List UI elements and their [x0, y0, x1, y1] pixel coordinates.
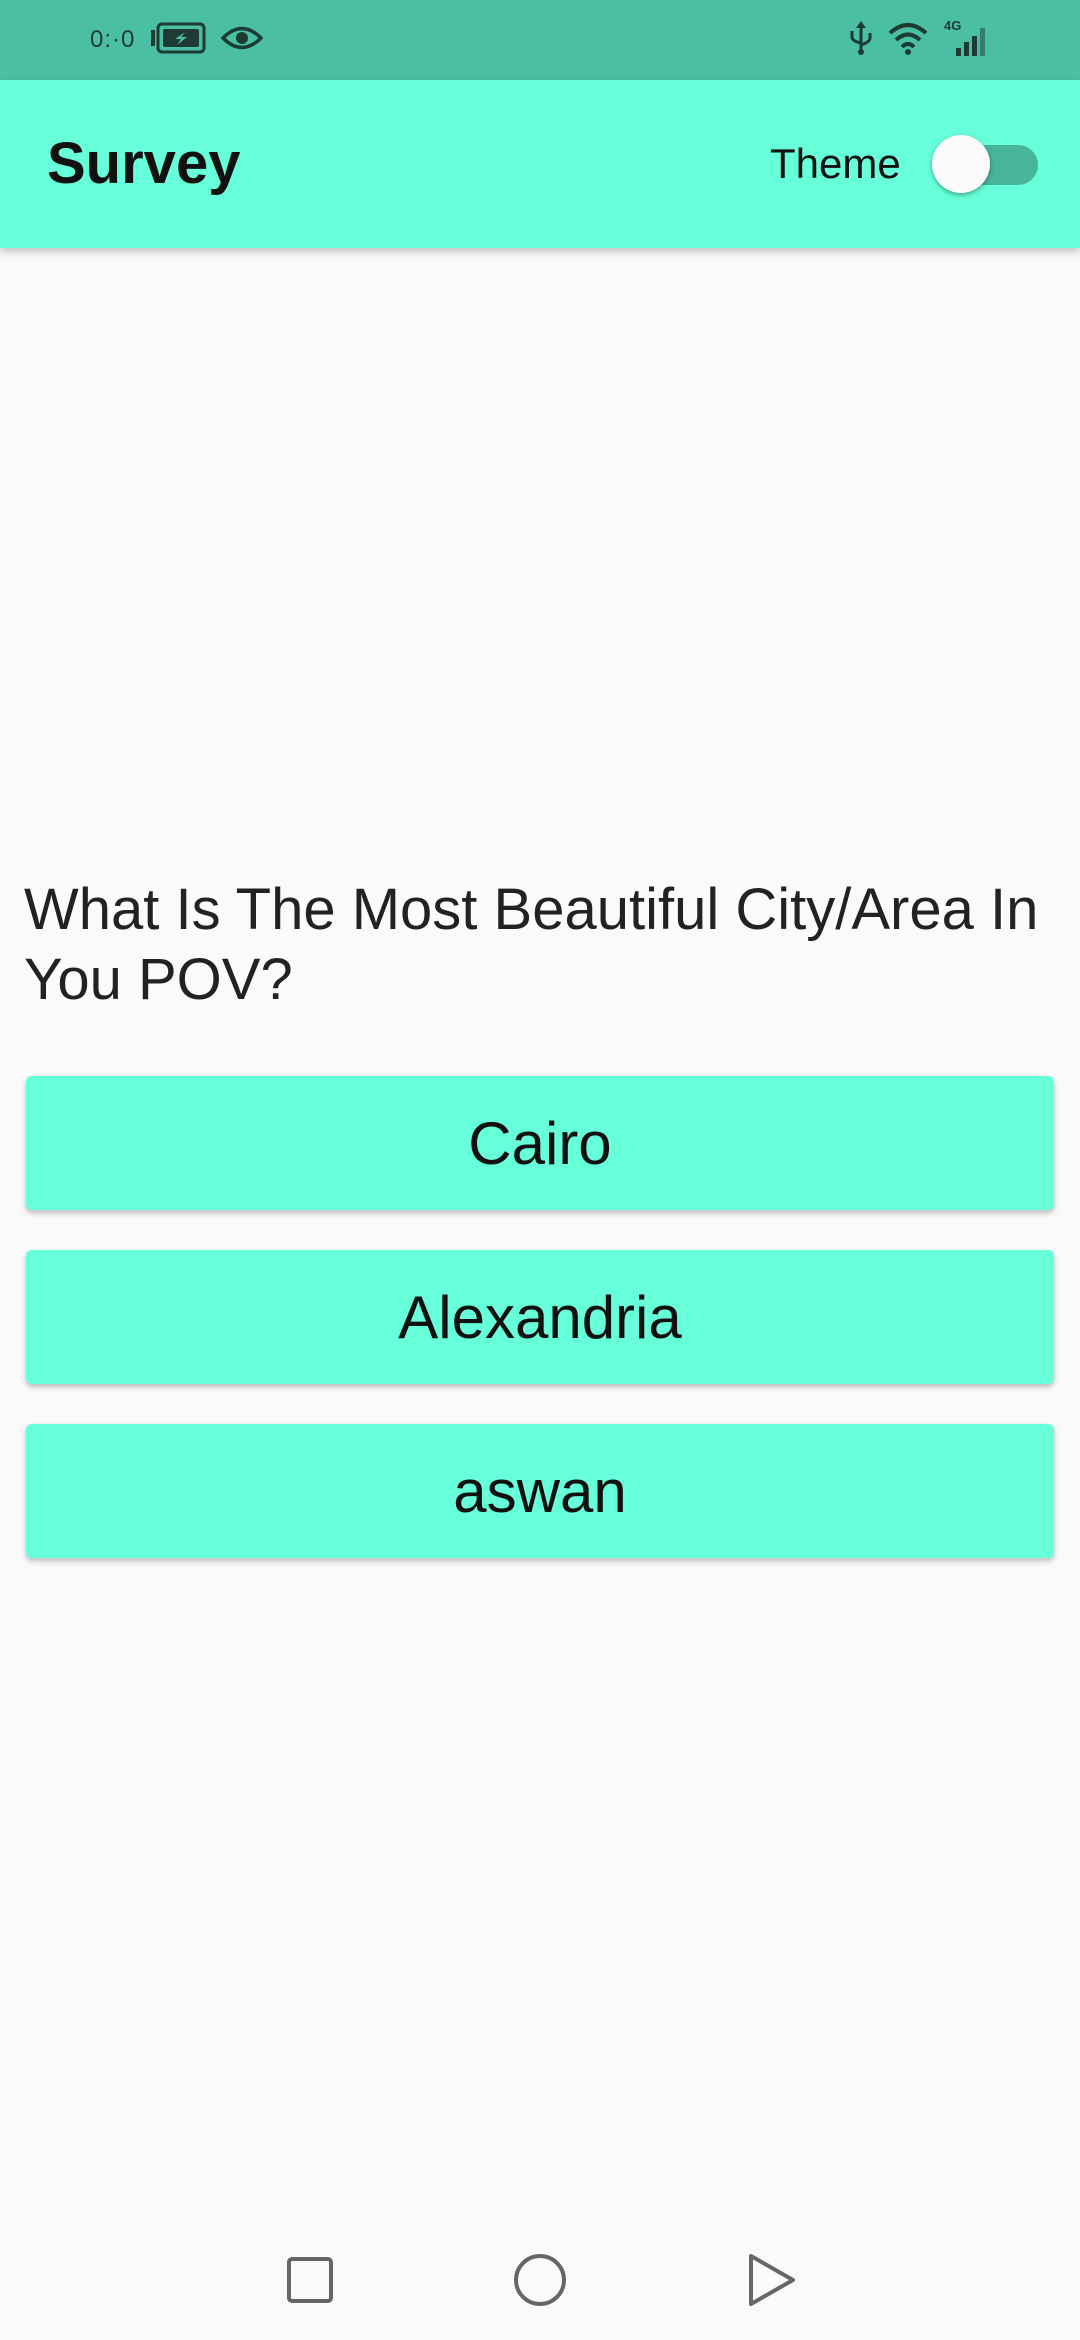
status-bar: 0:·0 4G	[0, 0, 1080, 80]
eye-icon	[220, 23, 264, 58]
page-title: Survey	[47, 131, 241, 196]
theme-toggle-thumb	[932, 135, 990, 193]
theme-toggle[interactable]	[932, 130, 1044, 198]
usb-icon	[848, 20, 874, 61]
recents-square-icon[interactable]	[278, 2248, 342, 2312]
app-bar: Survey Theme	[0, 80, 1080, 248]
network-label: 4G	[944, 18, 961, 33]
back-triangle-icon[interactable]	[738, 2248, 802, 2312]
wifi-icon	[888, 21, 928, 60]
status-left-group: 0:·0	[90, 20, 264, 60]
signal-4g-icon: 4G	[942, 18, 992, 63]
status-time: 0:·0	[90, 26, 136, 53]
status-right-group: 4G	[848, 18, 992, 62]
theme-label: Theme	[770, 140, 901, 187]
system-nav-bar	[0, 2220, 1080, 2340]
battery-charging-icon	[149, 21, 207, 60]
home-circle-icon[interactable]	[508, 2248, 572, 2312]
answer-button-cairo[interactable]: Cairo	[26, 1076, 1054, 1210]
answer-button-alexandria[interactable]: Alexandria	[26, 1250, 1054, 1384]
answer-button-aswan[interactable]: aswan	[26, 1424, 1054, 1558]
survey-question: What Is The Most Beautiful City/Area In …	[24, 877, 1039, 1012]
